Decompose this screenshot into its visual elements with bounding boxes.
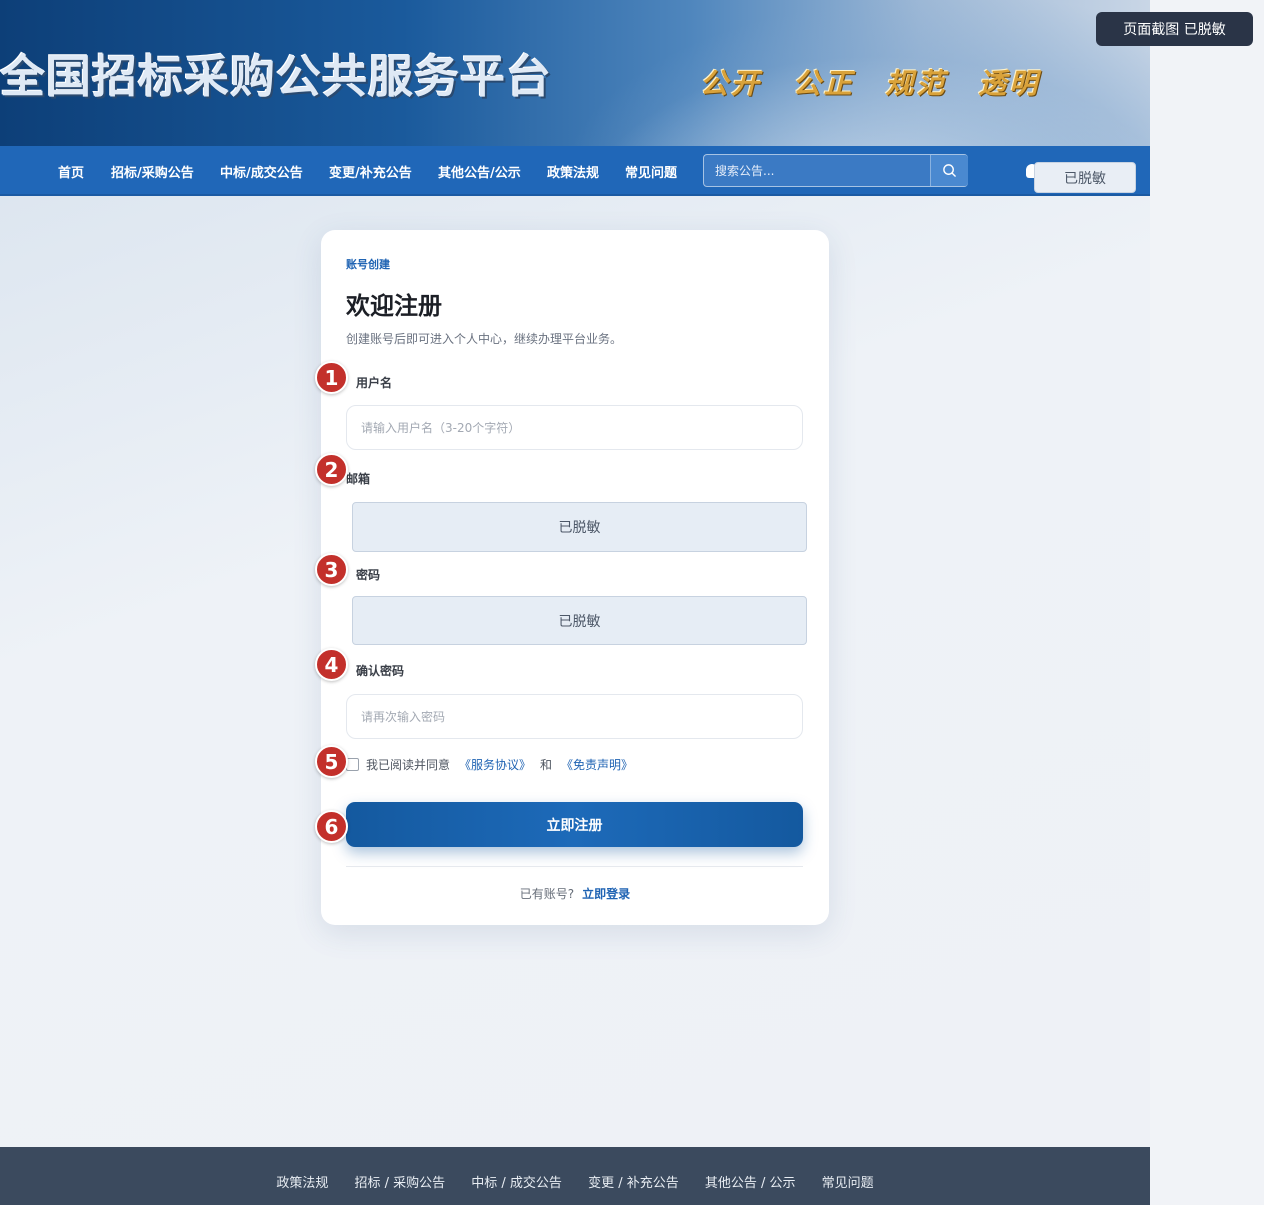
step-badge-1: 1 — [315, 361, 348, 394]
header-banner: 全国招标采购公共服务平台 公开 公正 规范 透明 — [0, 0, 1150, 146]
password-label: 密码 — [356, 568, 381, 582]
page: 全国招标采购公共服务平台 公开 公正 规范 透明 页面截图 已脱敏 首页 招标/… — [0, 0, 1264, 1205]
login-link[interactable]: 立即登录 — [582, 887, 630, 901]
user-masked-pill[interactable]: 已脱敏 — [1034, 162, 1136, 193]
service-agreement-link[interactable]: 《服务协议》 — [459, 756, 531, 773]
agreement-row: 我已阅读并同意 《服务协议》 和 《免责声明》 — [346, 755, 633, 773]
footer: 政策法规 招标 / 采购公告 中标 / 成交公告 变更 / 补充公告 其他公告 … — [0, 1147, 1150, 1205]
register-button[interactable]: 立即注册 — [346, 802, 803, 847]
search-button[interactable] — [930, 155, 968, 186]
search-icon — [943, 164, 956, 177]
card-subtitle: 创建账号后即可进入个人中心，继续办理平台业务。 — [346, 332, 623, 346]
search-input[interactable] — [704, 155, 930, 186]
disclaimer-link[interactable]: 《免责声明》 — [561, 756, 633, 773]
nav-item-other-notices[interactable]: 其他公告/公示 — [438, 162, 521, 181]
nav-item-faq[interactable]: 常见问题 — [625, 162, 677, 181]
email-label: 邮箱 — [346, 472, 371, 486]
nav-item-home[interactable]: 首页 — [58, 162, 84, 181]
agree-text: 我已阅读并同意 — [366, 757, 451, 772]
screenshot-masked-tag: 页面截图 已脱敏 — [1096, 12, 1253, 46]
step-badge-2: 2 — [315, 453, 348, 486]
confirm-password-label: 确认密码 — [356, 664, 405, 678]
card-eyebrow: 账号创建 — [346, 258, 390, 271]
confirm-password-input[interactable] — [346, 694, 803, 739]
login-row: 已有账号? 立即登录 — [321, 885, 829, 902]
card-divider — [346, 866, 803, 867]
nav-item-policies[interactable]: 政策法规 — [547, 162, 599, 181]
footer-link-award[interactable]: 中标 / 成交公告 — [471, 1176, 562, 1191]
step-badge-4: 4 — [315, 648, 348, 681]
footer-link-other[interactable]: 其他公告 / 公示 — [705, 1176, 796, 1191]
footer-link-change[interactable]: 变更 / 补充公告 — [588, 1176, 679, 1191]
username-label: 用户名 — [356, 376, 393, 390]
search-box — [703, 154, 968, 187]
footer-link-faq[interactable]: 常见问题 — [822, 1176, 874, 1191]
footer-link-tender[interactable]: 招标 / 采购公告 — [354, 1176, 445, 1191]
right-gutter — [1150, 0, 1264, 1205]
main-nav: 首页 招标/采购公告 中标/成交公告 变更/补充公告 其他公告/公示 政策法规 … — [0, 146, 1150, 196]
nav-item-award-notices[interactable]: 中标/成交公告 — [220, 162, 303, 181]
step-badge-5: 5 — [315, 745, 348, 778]
nav-item-tender-notices[interactable]: 招标/采购公告 — [111, 162, 194, 181]
step-badge-6: 6 — [315, 810, 348, 843]
site-title: 全国招标采购公共服务平台 — [0, 50, 553, 103]
footer-link-policies[interactable]: 政策法规 — [276, 1176, 328, 1191]
step-badge-3: 3 — [315, 553, 348, 586]
has-account-text: 已有账号? — [519, 887, 575, 901]
site-slogan: 公开 公正 规范 透明 — [700, 67, 1041, 100]
nav-item-change-notices[interactable]: 变更/补充公告 — [329, 162, 412, 181]
email-masked-field[interactable]: 已脱敏 — [352, 502, 807, 552]
password-masked-field[interactable]: 已脱敏 — [352, 596, 807, 645]
card-title: 欢迎注册 — [346, 292, 442, 320]
and-text: 和 — [540, 757, 553, 772]
username-input[interactable] — [346, 405, 803, 450]
footer-links: 政策法规 招标 / 采购公告 中标 / 成交公告 变更 / 补充公告 其他公告 … — [0, 1172, 1150, 1191]
